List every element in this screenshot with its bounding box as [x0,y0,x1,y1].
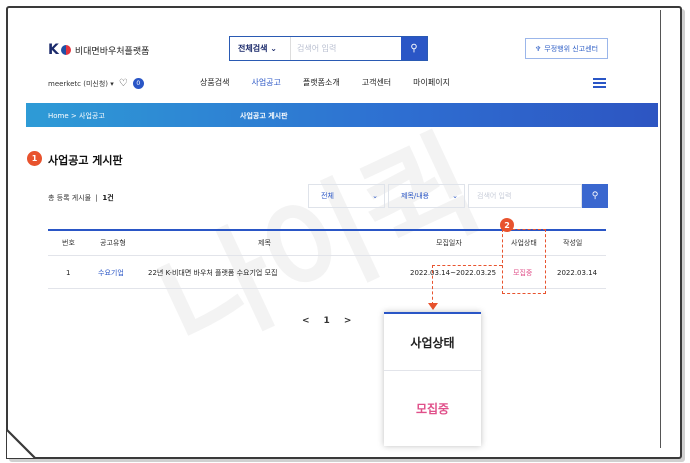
breadcrumb-bar: Home > 사업공고 사업공고 게시판 [26,103,658,127]
breadcrumb-current[interactable]: 사업공고 [79,112,105,120]
col-number: 번호 [62,239,75,247]
logo-text: 비대면바우처플랫폼 [74,46,150,57]
pagination: < 1 > [302,316,351,326]
col-date: 작성일 [563,239,583,247]
nav-item-notice[interactable]: 사업공고 [251,77,280,88]
user-menu[interactable]: meerketc (미신청) ▾ ♡ 0 [48,78,144,89]
step-marker-2: 2 [500,218,514,232]
breadcrumb: Home > 사업공고 [48,112,105,120]
chevron-down-icon: ⌄ [372,192,378,200]
callout-header: 사업상태 [384,314,481,371]
board-search-input[interactable]: 검색어 입력 [468,184,582,208]
col-title: 제목 [258,239,271,247]
scope-filter-select[interactable]: 전체 ⌄ [308,184,385,208]
search-scope-select[interactable]: 전체검색 ⌄ [230,37,291,60]
siren-icon: ♆ [534,44,542,53]
field-filter-select[interactable]: 제목/내용 ⌄ [388,184,465,208]
row-period: 2022.03.14~2022.03.25 [410,269,497,277]
col-period: 모집일자 [436,239,462,247]
search-input[interactable]: 검색어 입력 [291,37,401,60]
page-fold-icon [6,427,38,459]
frame-inner-line [660,10,661,448]
prev-page-button[interactable]: < [302,316,310,326]
report-center-button[interactable]: ♆ 무정행위 신고센터 [525,38,608,59]
nav-item-support[interactable]: 고객센터 [362,77,391,88]
page-title: 사업공고 게시판 [48,154,123,167]
site-logo[interactable]: K 비대면바우처플랫폼 [48,42,149,58]
step-marker-1: 1 [27,151,42,166]
row-title-link[interactable]: 22년 K-비대면 바우처 플랫폼 수요기업 모집 [148,258,277,288]
chevron-down-icon: ⌄ [452,192,458,200]
callout-value: 모집중 [415,402,450,416]
status-highlight-box [502,229,546,294]
row-number: 1 [66,269,71,277]
status-callout: 사업상태 모집중 [384,312,481,446]
search-icon: ⚲ [591,191,599,201]
page-1-button[interactable]: 1 [324,316,330,326]
heart-icon[interactable]: ♡ [119,78,128,89]
nav-item-platform[interactable]: 플랫폼소개 [303,77,340,88]
breadcrumb-home[interactable]: Home [48,112,69,120]
board-search-button[interactable]: ⚲ [582,184,608,208]
logo-k-icon: K [48,42,59,58]
logo-circle-icon [60,45,71,55]
callout-connector-v [432,265,433,305]
hamburger-menu-icon[interactable] [593,78,606,90]
row-type: 수요기업 [98,269,124,277]
col-type: 공고유형 [100,239,126,247]
header-search: 전체검색 ⌄ 검색어 입력 ⚲ [229,36,428,61]
row-date: 2022.03.14 [557,269,598,277]
next-page-button[interactable]: > [344,316,352,326]
main-nav: 상품검색 사업공고 플랫폼소개 고객센터 마이페이지 [200,77,450,88]
callout-connector-h [432,265,502,266]
nav-item-product-search[interactable]: 상품검색 [200,77,229,88]
arrow-down-icon [428,303,438,310]
user-name[interactable]: meerketc (미신청) ▾ [48,79,114,89]
breadcrumb-title: 사업공고 게시판 [240,112,288,120]
post-count: 총 등록 게시물 | 1건 [48,194,114,202]
wishlist-count-badge: 0 [132,78,144,89]
nav-item-mypage[interactable]: 마이페이지 [413,77,450,88]
search-icon: ⚲ [410,43,418,54]
search-button[interactable]: ⚲ [401,37,427,60]
